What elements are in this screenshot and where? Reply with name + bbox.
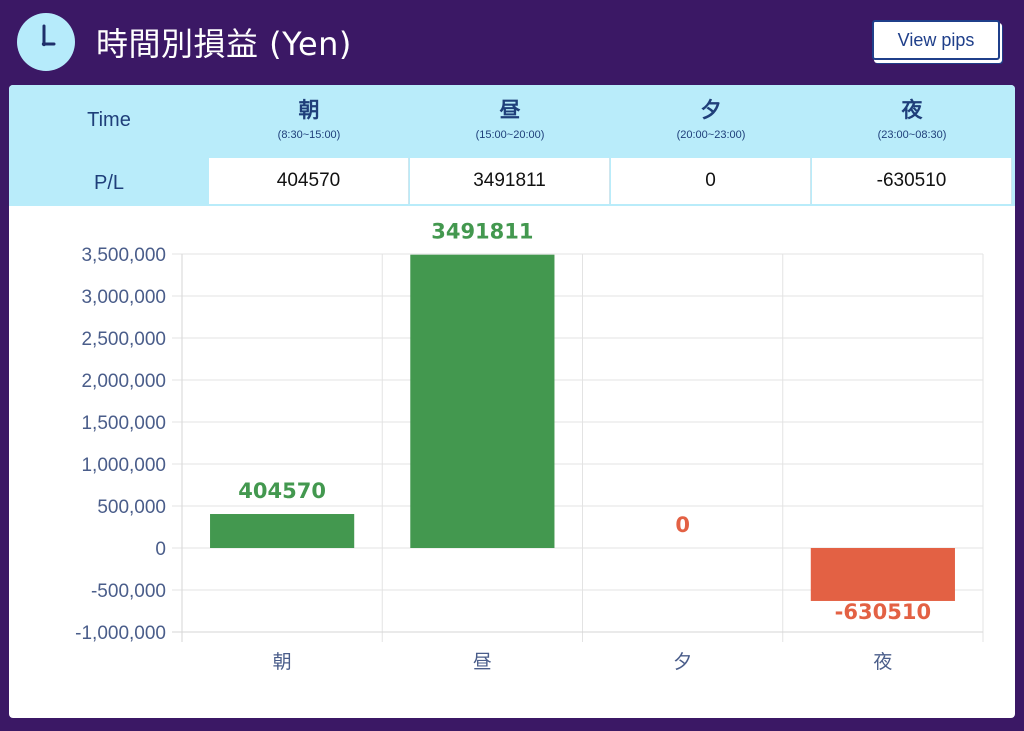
x-tick-label: 朝 — [273, 651, 292, 673]
y-tick-label: 2,500,000 — [81, 329, 166, 350]
bar-3 — [810, 548, 955, 601]
y-tick-label: 1,500,000 — [81, 413, 166, 434]
y-tick-label: 1,000,000 — [81, 455, 166, 476]
x-tick-label: 夕 — [673, 651, 692, 673]
x-tick-label: 夜 — [873, 651, 892, 673]
page-title: 時間別損益 (Yen) — [96, 25, 352, 63]
y-tick-label: 3,000,000 — [81, 287, 166, 308]
pl-panel: Time 朝 (8:30~15:00) 昼 (15:00~20:00) 夕 (2… — [9, 85, 1015, 718]
view-pips-button[interactable]: View pips — [872, 20, 1000, 60]
x-tick-label: 昼 — [473, 651, 492, 673]
data-label: 0 — [675, 513, 690, 537]
data-label: -630510 — [835, 600, 931, 624]
bar-0 — [210, 514, 355, 548]
pl-bar-chart: 3,500,000 3,000,000 2,500,000 2,000,000 1,50… — [75, 220, 984, 673]
bar-1 — [410, 254, 555, 549]
data-label: 404570 — [238, 479, 326, 503]
y-tick-label: 2,000,000 — [81, 371, 166, 392]
y-tick-label: -1,000,000 — [75, 623, 166, 644]
y-tick-label: -500,000 — [91, 581, 166, 602]
data-label: 3491811 — [431, 220, 533, 244]
y-tick-label: 3,500,000 — [81, 245, 166, 266]
clock-icon — [17, 13, 75, 71]
y-tick-label: 0 — [155, 539, 166, 560]
y-tick-label: 500,000 — [97, 497, 166, 518]
